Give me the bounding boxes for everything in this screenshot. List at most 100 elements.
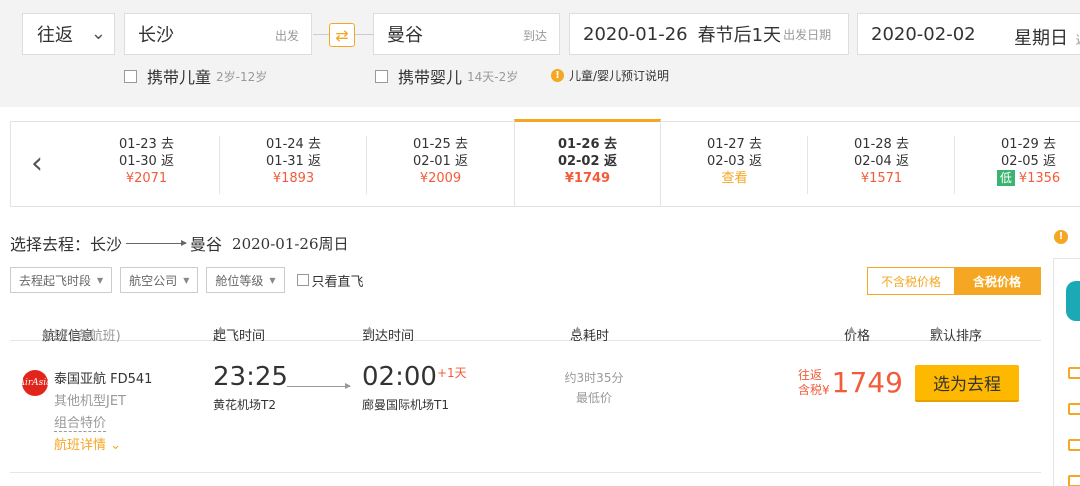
to-city-hint: 到达 bbox=[522, 29, 547, 43]
checkmark-icon bbox=[1068, 439, 1080, 451]
select-outbound-button[interactable]: 选为去程 bbox=[915, 365, 1019, 402]
date-option-2[interactable]: 01-25 去 02-01 返 ¥2009 bbox=[367, 122, 514, 206]
filter-bar: 去程起飞时段 ▼ 航空公司 ▼ 舱位等级 ▼ 只看直飞 bbox=[10, 267, 364, 293]
infant-checkbox[interactable] bbox=[375, 69, 388, 83]
price-incl-tax-option[interactable]: 含税价格 bbox=[954, 268, 1040, 294]
date-price-line: 查看 bbox=[661, 170, 808, 187]
search-panel: 往返 ⌄ 长沙 出发 ⇄ 曼谷 到达 2020-01-26 春节后1天 出发日期… bbox=[0, 0, 1080, 107]
info-icon: ! bbox=[551, 69, 564, 82]
direct-only-option[interactable]: 只看直飞 bbox=[296, 271, 364, 290]
date-price-line: ¥1571 bbox=[808, 170, 955, 187]
direct-only-checkbox[interactable] bbox=[296, 274, 309, 286]
caret-down-icon: ▼ bbox=[183, 275, 190, 285]
date-price: ¥2071 bbox=[125, 171, 168, 186]
arrival-time: 02:00+1天 bbox=[362, 362, 467, 392]
date-price: ¥1571 bbox=[860, 171, 903, 186]
date-back: 01-31 返 bbox=[266, 154, 321, 169]
date-back: 02-03 返 bbox=[707, 154, 762, 169]
date-back: 02-01 返 bbox=[413, 154, 468, 169]
aircraft-type: 其他机型JET bbox=[54, 394, 126, 409]
return-date-input[interactable]: 2020-02-02 星期日 返 bbox=[857, 13, 1080, 55]
date-option-6[interactable]: 01-29 去 02-05 返低 ¥1356 bbox=[955, 122, 1080, 206]
sort-up-icon: ▲ bbox=[574, 325, 581, 335]
depart-holiday: 春节后1天 bbox=[697, 25, 782, 46]
section-dest: 曼谷 bbox=[190, 235, 223, 254]
infant-age: 14天-2岁 bbox=[467, 69, 519, 84]
flight-details-label: 航班详情 bbox=[54, 438, 107, 453]
date-option-3[interactable]: 01-26 去 02-02 返 ¥1749 bbox=[514, 119, 661, 206]
from-city-value: 长沙 bbox=[138, 25, 174, 46]
chevron-left-icon[interactable]: ‹ bbox=[31, 146, 43, 181]
arrival-airport: 廊曼国际机场T1 bbox=[362, 398, 449, 412]
depart-date-input[interactable]: 2020-01-26 春节后1天 出发日期 bbox=[569, 13, 849, 55]
date-option-4[interactable]: 01-27 去 02-03 返查看 bbox=[661, 122, 808, 206]
caret-down-icon: ▼ bbox=[269, 275, 276, 285]
departure-time: 23:25 bbox=[213, 362, 288, 392]
to-city-input[interactable]: 曼谷 到达 bbox=[373, 13, 560, 55]
results-table-header: 航班信息 (共71条航班) 起飞时间 ▲ 到达时间 ▲ 总耗时 ▲ 价格 ▲ 默认排序 ▲ bbox=[10, 309, 1041, 344]
child-option[interactable]: 携带儿童 2岁-12岁 bbox=[124, 64, 267, 88]
infant-option[interactable]: 携带婴儿 14天-2岁 bbox=[375, 64, 518, 88]
airline-name: 泰国亚航 FD541 bbox=[54, 372, 153, 387]
date-price-line: 低 ¥1356 bbox=[955, 170, 1080, 187]
date-back: 02-02 返 bbox=[557, 154, 618, 169]
date-go: 01-29 去 bbox=[1001, 137, 1056, 152]
low-price-badge: 低 bbox=[996, 170, 1015, 186]
trip-type-select[interactable]: 往返 ⌄ bbox=[22, 13, 115, 55]
date-back: 01-30 返 bbox=[119, 154, 174, 169]
trip-type-value: 往返 bbox=[37, 25, 73, 46]
duration-value: 约3时35分 bbox=[564, 371, 624, 385]
section-route-prefix: 选择去程：长沙 bbox=[10, 235, 123, 254]
booking-note-link[interactable]: ! 儿童/婴儿预订说明 bbox=[551, 67, 669, 84]
filter-time-label: 去程起飞时段 bbox=[19, 273, 92, 288]
to-city-value: 曼谷 bbox=[387, 25, 423, 46]
return-weekday: 星期日 返 bbox=[1014, 24, 1080, 50]
from-city-hint: 出发 bbox=[274, 29, 299, 43]
return-date-hint: 返 bbox=[1076, 33, 1080, 47]
combo-special-link[interactable]: 组合特价 bbox=[54, 412, 107, 432]
filter-airline[interactable]: 航空公司 ▼ bbox=[120, 267, 199, 293]
swap-icon[interactable]: ⇄ bbox=[329, 23, 355, 47]
filter-cabin[interactable]: 舱位等级 ▼ bbox=[206, 267, 285, 293]
chevron-down-icon: ⌄ bbox=[90, 23, 106, 44]
price-tax-toggle: 不含税价格 含税价格 bbox=[867, 267, 1041, 295]
section-title: 选择去程：长沙 曼谷 2020-01-26周日 bbox=[10, 231, 349, 255]
depart-date-hint: 出发日期 bbox=[783, 27, 832, 42]
price-label-tax: 含税¥ bbox=[798, 382, 830, 397]
flight-arrow-icon bbox=[287, 383, 351, 389]
airasia-logo-icon: AirAsia bbox=[18, 370, 52, 396]
price-label-roundtrip: 往返 bbox=[798, 367, 823, 382]
child-label: 携带儿童 bbox=[147, 68, 212, 87]
flight-details-toggle[interactable]: 航班详情 ⌄ bbox=[54, 434, 121, 453]
direct-only-label: 只看直飞 bbox=[311, 274, 364, 290]
caret-down-icon: ▼ bbox=[97, 275, 104, 285]
filter-airline-label: 航空公司 bbox=[129, 273, 178, 288]
child-checkbox[interactable] bbox=[124, 69, 137, 83]
date-back: 02-04 返 bbox=[854, 154, 909, 169]
price-excl-tax-option[interactable]: 不含税价格 bbox=[868, 268, 954, 294]
date-go: 01-27 去 bbox=[707, 137, 762, 152]
sort-up-icon: ▲ bbox=[934, 325, 941, 335]
date-price: 查看 bbox=[721, 171, 748, 186]
date-option-5[interactable]: 01-28 去 02-04 返 ¥1571 bbox=[808, 122, 955, 206]
sort-up-icon: ▲ bbox=[217, 325, 224, 335]
date-price: ¥1356 bbox=[1018, 171, 1061, 186]
sort-up-icon: ▲ bbox=[366, 325, 373, 335]
swap-line-right bbox=[355, 34, 373, 35]
infant-label: 携带婴儿 bbox=[398, 68, 463, 87]
date-strip: ‹ 01-23 去 01-30 返 ¥2071 01-24 去 01-31 返 ¥1893… bbox=[10, 119, 1080, 207]
date-go: 01-25 去 bbox=[413, 137, 468, 152]
checkmark-icon bbox=[1068, 367, 1080, 379]
date-option-0[interactable]: 01-23 去 01-30 返 ¥2071 bbox=[73, 122, 220, 206]
date-price-line: ¥1893 bbox=[220, 170, 367, 187]
side-panel bbox=[1053, 258, 1080, 486]
date-price: ¥2009 bbox=[419, 171, 462, 186]
from-city-input[interactable]: 长沙 出发 bbox=[124, 13, 312, 55]
departure-airport: 黄花机场T2 bbox=[213, 398, 276, 412]
date-option-1[interactable]: 01-24 去 01-31 返 ¥1893 bbox=[220, 122, 367, 206]
arrival-time-value: 02:00 bbox=[362, 362, 437, 392]
date-go: 01-24 去 bbox=[266, 137, 321, 152]
filter-time[interactable]: 去程起飞时段 ▼ bbox=[10, 267, 113, 293]
price-amount: 1749 bbox=[831, 366, 903, 399]
checkmark-icon bbox=[1068, 475, 1080, 486]
